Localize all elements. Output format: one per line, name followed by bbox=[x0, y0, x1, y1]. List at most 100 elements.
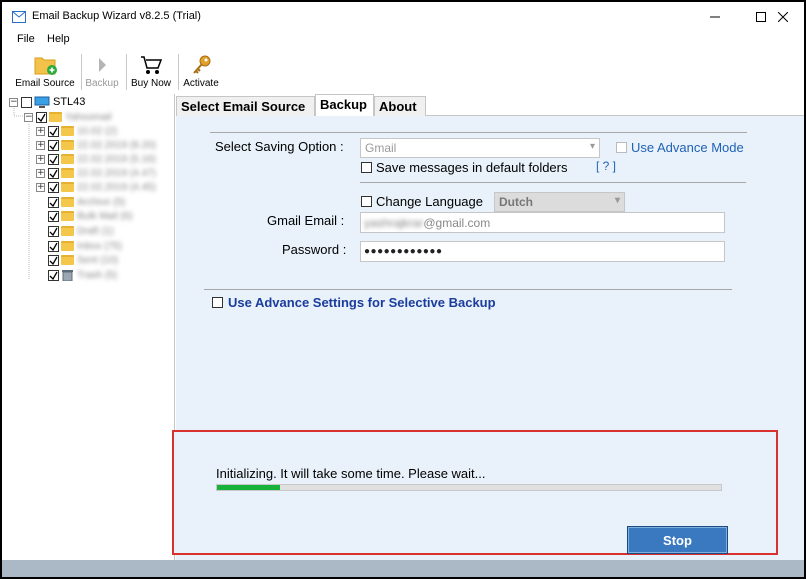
tree-folder[interactable]: Bulk Mail (6) bbox=[48, 209, 133, 223]
password-value: ●●●●●●●●●●●● bbox=[364, 246, 443, 257]
tree-checkbox[interactable] bbox=[36, 111, 47, 123]
minimize-button[interactable] bbox=[692, 2, 738, 32]
folder-icon bbox=[61, 197, 74, 207]
save-default-folders-label: Save messages in default folders bbox=[376, 160, 568, 175]
tree-folder-label: Inbox (75) bbox=[77, 240, 123, 252]
change-language-checkbox[interactable] bbox=[361, 196, 372, 207]
tree-folder[interactable]: Inbox (75) bbox=[48, 239, 122, 253]
tree-checkbox[interactable] bbox=[48, 139, 59, 151]
menu-help[interactable]: Help bbox=[47, 33, 70, 45]
change-language-label: Change Language bbox=[376, 194, 483, 209]
checkmark-icon bbox=[49, 141, 58, 150]
tree-folder-label: 22.02.2019 (8.20) bbox=[77, 139, 156, 151]
save-default-folders-checkbox[interactable] bbox=[361, 162, 372, 173]
tree-folder[interactable]: + 22.02.2019 (4.47) bbox=[36, 166, 156, 180]
tree-root-label: STL43 bbox=[53, 96, 86, 108]
tree-checkbox[interactable] bbox=[48, 240, 59, 252]
tree-folder[interactable]: Sent (10) bbox=[48, 253, 118, 267]
tree-checkbox[interactable] bbox=[48, 153, 59, 165]
tree-checkbox[interactable] bbox=[48, 210, 59, 222]
gmail-email-label: Gmail Email : bbox=[267, 213, 345, 228]
tree-checkbox[interactable] bbox=[48, 269, 59, 281]
checkmark-icon bbox=[49, 227, 58, 236]
toolbar: Email Source Backup Buy Now Activate bbox=[2, 50, 804, 94]
tree-folder[interactable]: + 22.02.2019 (8.20) bbox=[36, 138, 156, 152]
tab-bar: Select Email Source Backup About bbox=[176, 94, 804, 117]
tree-folder[interactable]: Archive (5) bbox=[48, 195, 125, 209]
tab-about[interactable]: About bbox=[374, 96, 426, 116]
buy-now-button[interactable]: Buy Now bbox=[128, 50, 174, 94]
menu-file[interactable]: File bbox=[17, 33, 35, 45]
tree-folder-label: 22.02.2019 (4.45) bbox=[77, 181, 156, 193]
checkmark-icon bbox=[49, 256, 58, 265]
tree-checkbox[interactable] bbox=[48, 254, 59, 266]
tree-root[interactable]: − STL43 bbox=[9, 95, 85, 109]
tree-checkbox[interactable] bbox=[48, 181, 59, 193]
folder-icon bbox=[61, 140, 74, 150]
backup-button[interactable]: Backup bbox=[83, 50, 121, 94]
use-advance-mode-checkbox[interactable] bbox=[616, 142, 627, 153]
collapse-icon[interactable]: − bbox=[9, 97, 18, 107]
folder-icon bbox=[61, 168, 74, 178]
tree-folder[interactable]: Trash (5) bbox=[48, 268, 117, 282]
tree-folder[interactable]: + 22.02.2019 (5.16) bbox=[36, 152, 156, 166]
language-select[interactable]: Dutch ▾ bbox=[494, 192, 625, 212]
tree-folder[interactable]: + 10.02 (2) bbox=[36, 124, 117, 138]
toolbar-separator bbox=[81, 54, 82, 90]
activate-button[interactable]: Activate bbox=[180, 50, 222, 94]
advance-settings-label[interactable]: Use Advance Settings for Selective Backu… bbox=[228, 295, 496, 310]
close-button[interactable] bbox=[760, 2, 804, 32]
folder-icon bbox=[61, 211, 74, 221]
folder-icon bbox=[61, 226, 74, 236]
tree-folder-label: Trash (5) bbox=[77, 269, 118, 281]
tree-folder[interactable]: + 22.02.2019 (4.45) bbox=[36, 180, 156, 194]
tab-backup[interactable]: Backup bbox=[315, 94, 374, 117]
password-input[interactable]: ●●●●●●●●●●●● bbox=[360, 241, 725, 262]
tree-checkbox[interactable] bbox=[21, 96, 32, 108]
tree-checkbox[interactable] bbox=[48, 196, 59, 208]
envelope-icon bbox=[12, 11, 26, 23]
tab-select-email-source[interactable]: Select Email Source bbox=[176, 96, 315, 116]
expand-icon[interactable]: + bbox=[36, 182, 45, 192]
expand-icon[interactable]: + bbox=[36, 168, 45, 178]
tree-checkbox[interactable] bbox=[48, 125, 59, 137]
progress-section: Initializing. It will take some time. Pl… bbox=[172, 430, 778, 555]
progress-message: Initializing. It will take some time. Pl… bbox=[216, 466, 486, 481]
chevron-down-icon: ▾ bbox=[614, 195, 620, 206]
tree-checkbox[interactable] bbox=[48, 225, 59, 237]
tree-folder-label: Sent (10) bbox=[77, 254, 119, 266]
tree-account[interactable]: − Yahoomail bbox=[24, 110, 112, 124]
key-icon bbox=[193, 55, 211, 74]
toolbar-separator bbox=[178, 54, 179, 90]
gmail-email-input[interactable]: yashrajkrar@gmail.com bbox=[360, 212, 725, 233]
progress-bar-fill bbox=[217, 485, 280, 490]
minimize-icon bbox=[710, 16, 720, 18]
play-icon bbox=[99, 58, 106, 72]
gmail-email-domain: @gmail.com bbox=[423, 216, 491, 230]
tree-folder-label: 22.02.2019 (5.16) bbox=[77, 153, 156, 165]
folder-icon bbox=[61, 182, 74, 192]
collapse-icon[interactable]: − bbox=[24, 112, 33, 122]
computer-icon bbox=[34, 96, 50, 108]
saving-option-value: Gmail bbox=[365, 141, 397, 155]
tree-checkbox[interactable] bbox=[48, 167, 59, 179]
checkmark-icon bbox=[49, 242, 58, 251]
email-source-button[interactable]: Email Source bbox=[14, 50, 76, 94]
language-value: Dutch bbox=[499, 195, 533, 209]
activate-label: Activate bbox=[183, 78, 219, 89]
advance-settings-checkbox[interactable] bbox=[212, 297, 223, 308]
expand-icon[interactable]: + bbox=[36, 140, 45, 150]
expand-icon[interactable]: + bbox=[36, 126, 45, 136]
expand-icon[interactable]: + bbox=[36, 154, 45, 164]
gmail-email-user: yashrajkrar bbox=[364, 216, 424, 230]
help-link[interactable]: [ ? ] bbox=[596, 159, 616, 173]
status-bar bbox=[2, 560, 804, 577]
stop-button[interactable]: Stop bbox=[627, 526, 728, 554]
use-advance-mode-label[interactable]: Use Advance Mode bbox=[631, 140, 744, 155]
tree-folder[interactable]: Draft (1) bbox=[48, 224, 114, 238]
checkmark-icon bbox=[49, 183, 58, 192]
saving-option-select[interactable]: Gmail ▾ bbox=[360, 138, 600, 158]
backup-label: Backup bbox=[85, 78, 119, 89]
checkmark-icon bbox=[49, 127, 58, 136]
title-bar: Email Backup Wizard v8.2.5 (Trial) bbox=[2, 2, 804, 32]
